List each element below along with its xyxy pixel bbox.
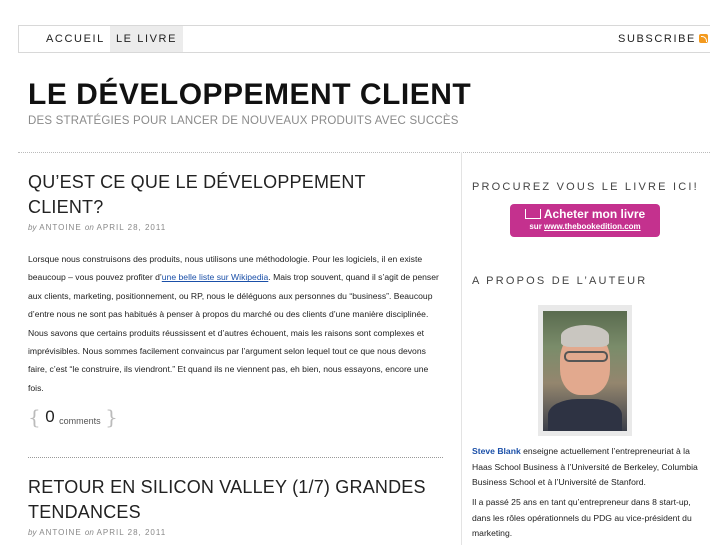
post-title[interactable]: QU’EST CE QUE LE DÉVELOPPEMENT CLIENT? [28,170,443,220]
post-meta: by ANTOINE on APRIL 28, 2011 [28,223,443,232]
about-heading: A PROPOS DE L’AUTEUR [472,275,648,287]
left-brace-icon: { [28,405,41,430]
post-by-label: by [28,528,37,537]
nav-left-border [18,26,19,52]
header-divider [18,152,710,153]
portrait-shirt [548,399,622,431]
post-on-label: on [84,223,94,232]
author-portrait [543,311,627,431]
post-date: APRIL 28, 2011 [96,528,167,537]
author-name-link[interactable]: Steve Blank [472,446,521,456]
author-bio: Steve Blank enseigne actuellement l’entr… [472,444,707,491]
portrait-hair [561,325,609,347]
wikipedia-link[interactable]: une belle liste sur Wikipedia [162,272,269,282]
post-author[interactable]: ANTOINE [39,223,81,232]
nav-item-le-livre[interactable]: LE LIVRE [110,26,183,52]
post-body-text-continued: . Mais trop souvent, quand il s’agit de … [28,272,439,393]
portrait-glasses [564,351,608,362]
buy-button-site: www.thebookedition.com [544,222,641,231]
post-on-label: on [84,528,94,537]
site-title[interactable]: LE DÉVELOPPEMENT CLIENT [28,78,471,112]
site-description: DES STRATÉGIES POUR LANCER DE NOUVEAUX P… [28,115,459,127]
post-body: Lorsque nous construisons des produits, … [28,250,446,397]
right-brace-icon: } [105,405,118,430]
author-bio-2: Il a passé 25 ans en tant qu’entrepreneu… [472,497,692,539]
buy-button-label: Acheter mon livre [543,207,646,221]
author-photo [538,305,632,436]
rss-icon[interactable] [699,34,708,43]
buy-book-button[interactable]: Acheter mon livre sur www.thebookedition… [510,204,660,237]
buy-heading: PROCUREZ VOUS LE LIVRE ICI! [472,181,699,193]
cart-icon [524,209,541,219]
subscribe-link[interactable]: SUBSCRIBE [618,26,708,52]
comment-label: comments [59,416,101,427]
post-meta: by ANTOINE on APRIL 28, 2011 [28,528,443,537]
subscribe-label: SUBSCRIBE [618,33,696,45]
post-by-label: by [28,223,37,232]
post-1: QU’EST CE QUE LE DÉVELOPPEMENT CLIENT? b… [28,170,443,429]
comments-link[interactable]: { 0 comments } [28,405,443,429]
nav-item-accueil[interactable]: ACCUEIL [46,26,105,52]
column-divider [461,152,462,545]
buy-button-site-row: sur www.thebookedition.com [510,222,660,231]
buy-button-sur: sur [529,222,542,231]
post-2: RETOUR EN SILICON VALLEY (1/7) GRANDES T… [28,475,443,537]
post-author[interactable]: ANTOINE [39,528,81,537]
post-title[interactable]: RETOUR EN SILICON VALLEY (1/7) GRANDES T… [28,475,443,525]
post-date: APRIL 28, 2011 [96,223,167,232]
post-separator [28,457,443,458]
top-navigation: ACCUEIL LE LIVRE SUBSCRIBE [18,25,710,53]
comment-count: 0 [45,407,55,427]
buy-button-label-row: Acheter mon livre [510,207,660,221]
